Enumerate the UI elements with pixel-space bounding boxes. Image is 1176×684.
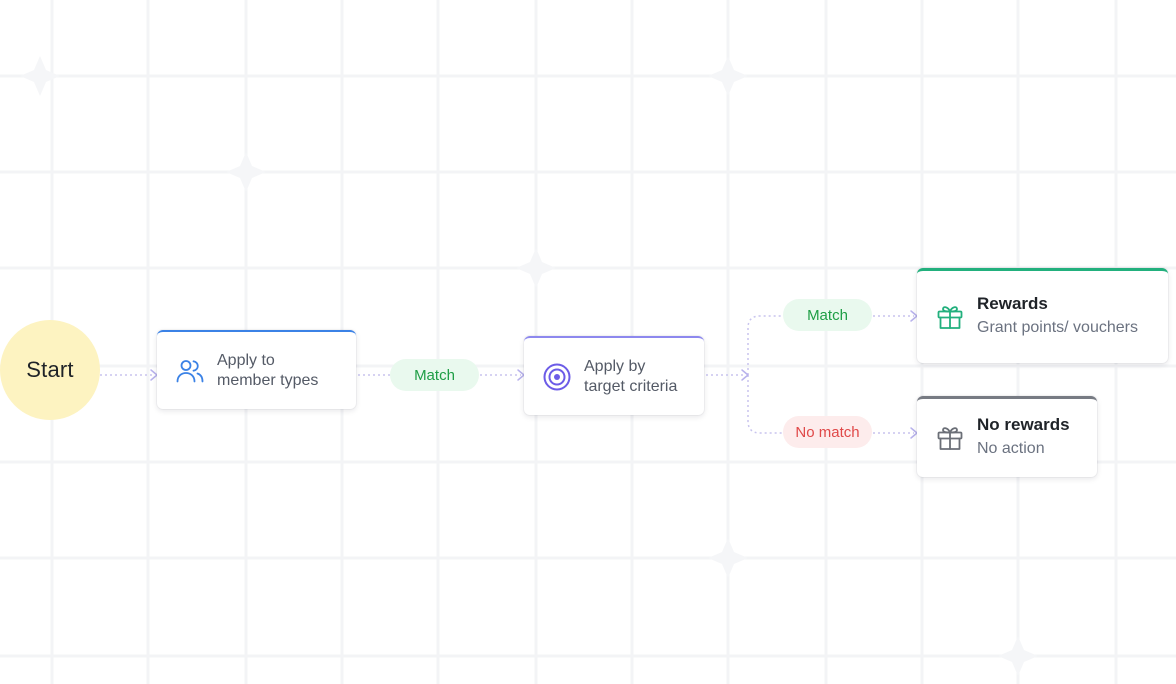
- start-node: Start: [0, 320, 100, 420]
- no-rewards-node[interactable]: No rewards No action: [917, 396, 1097, 477]
- member-node-line-1: Apply to: [217, 351, 275, 369]
- rewards-title: Rewards: [977, 294, 1048, 313]
- gift-icon: [935, 423, 965, 453]
- no-match-label: No match: [783, 416, 872, 448]
- flow-canvas: Start Apply to member types Match Apply …: [0, 0, 1176, 684]
- rewards-node[interactable]: Rewards Grant points/ vouchers: [917, 268, 1168, 363]
- target-node-line-2: target criteria: [584, 377, 678, 395]
- target-criteria-node[interactable]: Apply by target criteria: [524, 336, 704, 415]
- member-node-line-2: member types: [217, 371, 319, 389]
- target-icon: [542, 362, 572, 392]
- rewards-subtitle: Grant points/ vouchers: [977, 319, 1138, 336]
- gift-icon: [935, 302, 965, 332]
- member-types-node[interactable]: Apply to member types: [157, 330, 356, 409]
- match-label-1-text: Match: [414, 366, 455, 384]
- no-match-label-text: No match: [795, 423, 860, 441]
- no-rewards-title: No rewards: [977, 415, 1070, 434]
- start-label: Start: [26, 357, 74, 382]
- match-label-2: Match: [783, 299, 872, 331]
- users-icon: [175, 356, 205, 386]
- target-node-line-1: Apply by: [584, 357, 646, 375]
- no-rewards-subtitle: No action: [977, 440, 1045, 457]
- match-label-2-text: Match: [807, 306, 848, 324]
- match-label-1: Match: [390, 359, 479, 391]
